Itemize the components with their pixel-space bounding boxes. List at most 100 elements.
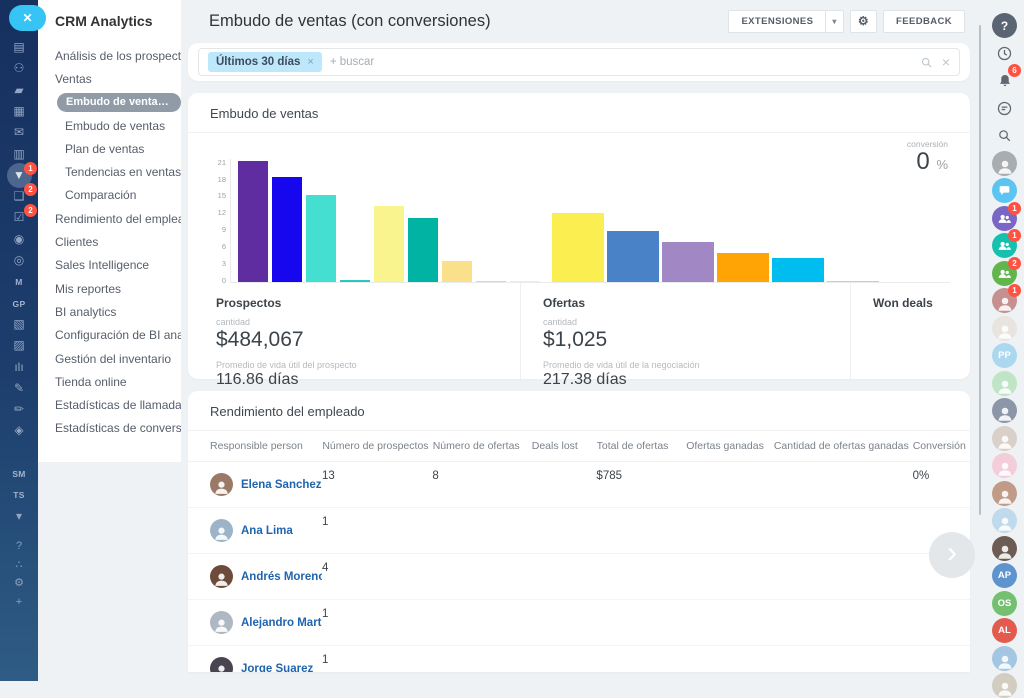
sidebar-item-9[interactable]: Sales Intelligence bbox=[38, 254, 181, 277]
sales-funnel-icon[interactable]: ▼1 bbox=[0, 166, 38, 185]
search-icon[interactable] bbox=[920, 56, 933, 69]
column-header-1[interactable]: Número de prospectos bbox=[322, 440, 432, 452]
close-menu-button[interactable]: ✕ bbox=[9, 5, 46, 31]
gp-app-icon[interactable]: GP bbox=[0, 294, 38, 313]
e-sign-icon[interactable]: ✏ bbox=[0, 400, 38, 419]
table-row[interactable]: Jorge Suarez1 bbox=[188, 646, 970, 672]
column-header-2[interactable]: Número de ofertas bbox=[433, 440, 532, 452]
help-icon[interactable]: ? bbox=[0, 537, 38, 556]
column-header-4[interactable]: Total de ofertas bbox=[597, 440, 687, 452]
sidebar-item-3[interactable]: Embudo de ventas bbox=[38, 114, 181, 137]
add-icon[interactable]: + bbox=[0, 593, 38, 612]
clear-search-icon[interactable]: × bbox=[942, 55, 950, 69]
feedback-button[interactable]: FEEDBACK bbox=[883, 10, 965, 33]
sidebar-item-14[interactable]: Tienda online bbox=[38, 370, 181, 393]
documents-icon[interactable]: ▨ bbox=[0, 336, 38, 355]
contact-center-icon[interactable]: ▥ bbox=[0, 145, 38, 164]
group-chat-green-icon[interactable]: 2 bbox=[992, 261, 1017, 286]
sidebar-item-16[interactable]: Estadísticas de conversac... bbox=[38, 417, 181, 440]
ts-app-icon[interactable]: TS bbox=[0, 485, 38, 504]
search-input[interactable]: Últimos 30 días × + buscar × bbox=[198, 48, 960, 76]
group-chat-teal-icon[interactable]: 1 bbox=[992, 233, 1017, 258]
person-link[interactable]: Andrés Moreno bbox=[241, 571, 322, 583]
column-header-7[interactable]: Conversión bbox=[913, 440, 970, 452]
table-row[interactable]: Ana Lima1 bbox=[188, 508, 970, 554]
person-link[interactable]: Ana Lima bbox=[241, 525, 293, 537]
contact-avatar-1[interactable]: 1 bbox=[992, 288, 1017, 313]
m-app-icon[interactable]: M bbox=[0, 272, 38, 291]
person-link[interactable]: Elena Sanchez bbox=[241, 479, 322, 491]
person-link[interactable]: Alejandro Martínez bbox=[241, 617, 322, 629]
extensions-button[interactable]: EXTENSIONES bbox=[728, 10, 825, 33]
sidebar-item-11[interactable]: BI analytics bbox=[38, 300, 181, 323]
sm-app-icon[interactable]: SM bbox=[0, 464, 38, 483]
planner-icon[interactable] bbox=[992, 96, 1017, 121]
marketing-icon[interactable]: ◎ bbox=[0, 251, 38, 270]
table-row[interactable]: Andrés Moreno4 bbox=[188, 554, 970, 600]
tasks-icon[interactable]: ☑2 bbox=[0, 208, 38, 227]
invite-users-icon[interactable]: 1 bbox=[992, 206, 1017, 231]
sidebar-item-1[interactable]: Ventas bbox=[38, 67, 181, 90]
calendar-icon[interactable]: ▦ bbox=[0, 102, 38, 121]
table-scroll-right-button[interactable]: › bbox=[929, 532, 975, 578]
contact-avatar-3[interactable] bbox=[992, 371, 1017, 396]
live-feed-icon[interactable]: ▤ bbox=[0, 38, 38, 57]
contact-initials-ap[interactable]: AP bbox=[992, 563, 1017, 588]
contact-initials-pp[interactable]: PP bbox=[992, 343, 1017, 368]
time-manager-icon[interactable] bbox=[992, 41, 1017, 66]
settings-button[interactable]: ⚙ bbox=[850, 10, 877, 33]
sitemap-icon[interactable]: ∴ bbox=[0, 556, 38, 575]
sidebar-item-4[interactable]: Plan de ventas bbox=[38, 137, 181, 160]
sidebar-item-15[interactable]: Estadísticas de llamadas bbox=[38, 393, 181, 416]
messenger-icon[interactable]: ❑2 bbox=[0, 187, 38, 206]
sidebar-item-5[interactable]: Tendencias en ventas bbox=[38, 160, 181, 183]
contact-avatar-8[interactable] bbox=[992, 508, 1017, 533]
sidebar-item-10[interactable]: Mis reportes bbox=[38, 277, 181, 300]
market-icon[interactable]: ▧ bbox=[0, 315, 38, 334]
extensions-caret-button[interactable]: ▾ bbox=[825, 10, 843, 33]
sidebar-item-8[interactable]: Clientes bbox=[38, 230, 181, 253]
contact-avatar-11[interactable] bbox=[992, 673, 1017, 698]
contact-initials-os[interactable]: OS bbox=[992, 591, 1017, 616]
filter-chip[interactable]: Últimos 30 días × bbox=[208, 52, 322, 72]
sidebar-item-7[interactable]: Rendimiento del empleado bbox=[38, 207, 181, 230]
contact-avatar-6[interactable] bbox=[992, 453, 1017, 478]
employees-icon[interactable]: ⚇ bbox=[0, 59, 38, 78]
contact-initials-al[interactable]: AL bbox=[992, 618, 1017, 643]
automation-icon[interactable]: ◈ bbox=[0, 421, 38, 440]
contact-avatar-2[interactable] bbox=[992, 316, 1017, 341]
column-header-5[interactable]: Ofertas ganadas bbox=[686, 440, 774, 452]
more-icon[interactable]: ▾ bbox=[0, 507, 38, 526]
right-rail-scrollbar[interactable] bbox=[979, 25, 981, 515]
video-calls-icon[interactable]: ◉ bbox=[0, 230, 38, 249]
column-header-0[interactable]: Responsible person bbox=[210, 440, 322, 452]
contact-avatar-9[interactable] bbox=[992, 536, 1017, 561]
sidebar-item-0[interactable]: Análisis de los prospectos bbox=[38, 44, 181, 67]
sidebar-item-2[interactable]: Embudo de ventas (co... bbox=[38, 91, 181, 114]
support-chat-icon[interactable] bbox=[992, 178, 1017, 203]
contact-avatar-7[interactable] bbox=[992, 481, 1017, 506]
notifications-icon[interactable]: 6 bbox=[992, 68, 1017, 93]
column-header-6[interactable]: Cantidad de ofertas ganadas bbox=[774, 440, 913, 452]
value-cell bbox=[432, 600, 531, 645]
mail-icon[interactable]: ✉ bbox=[0, 123, 38, 142]
settings-icon[interactable]: ⚙ bbox=[0, 574, 38, 593]
search-icon[interactable] bbox=[992, 123, 1017, 148]
contact-avatar-5[interactable] bbox=[992, 426, 1017, 451]
user-avatar[interactable] bbox=[992, 151, 1017, 176]
table-row[interactable]: Alejandro Martínez1 bbox=[188, 600, 970, 646]
forms-icon[interactable]: ✎ bbox=[0, 379, 38, 398]
contact-avatar-4[interactable] bbox=[992, 398, 1017, 423]
sidebar-item-12[interactable]: Configuración de BI analy... bbox=[38, 324, 181, 347]
bi-analytics-icon[interactable]: ılı bbox=[0, 358, 38, 377]
help-icon[interactable]: ? bbox=[992, 13, 1017, 38]
crm-icon[interactable]: ▰ bbox=[0, 81, 38, 100]
column-header-3[interactable]: Deals lost bbox=[532, 440, 597, 452]
sidebar-item-13[interactable]: Gestión del inventario bbox=[38, 347, 181, 370]
sidebar-item-6[interactable]: Comparación bbox=[38, 184, 181, 207]
table-row[interactable]: Elena Sanchez138$7850% bbox=[188, 462, 970, 508]
person-link[interactable]: Jorge Suarez bbox=[241, 663, 313, 673]
filter-chip-remove-icon[interactable]: × bbox=[307, 56, 313, 68]
developer-icon[interactable] bbox=[0, 443, 38, 462]
contact-avatar-10[interactable] bbox=[992, 646, 1017, 671]
